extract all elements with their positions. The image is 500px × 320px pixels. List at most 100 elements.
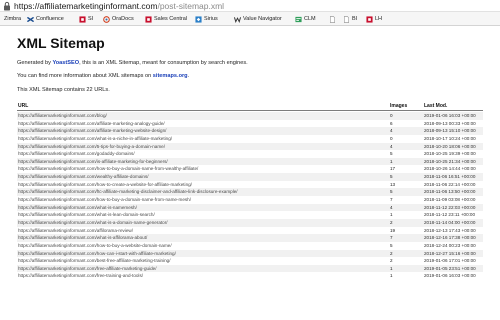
- header-divider: [17, 110, 483, 111]
- blank-page-icon: [330, 15, 335, 23]
- bookmark-sales-central[interactable]: Sales Central: [145, 12, 187, 26]
- row-url-link[interactable]: https://affiliatemarketinginformant.com/…: [18, 219, 386, 227]
- bookmark-sirius[interactable]: Sirius: [195, 12, 218, 26]
- row-url-link[interactable]: https://affiliatemarketinginformant.com/…: [18, 150, 386, 158]
- table-row: https://affiliatemarketinginformant.com/…: [17, 188, 483, 197]
- sitemap-table: URL Images Last Mod. https://affiliatema…: [17, 103, 483, 278]
- row-url-link[interactable]: https://affiliatemarketinginformant.com/…: [18, 165, 386, 173]
- row-images-count: 5: [390, 151, 393, 157]
- bi-icon: [344, 15, 349, 23]
- bookmark-label: CLM: [304, 16, 316, 22]
- row-url-link[interactable]: https://affiliatemarketinginformant.com/…: [18, 120, 386, 128]
- row-last-modified: 2018-09-13 00:33 +00:00: [424, 120, 476, 126]
- row-images-count: 0: [390, 135, 393, 141]
- table-row: https://affiliatemarketinginformant.com/…: [17, 127, 483, 135]
- bookmark-confluence[interactable]: Confluence: [27, 12, 64, 26]
- row-images-count: 5: [390, 174, 393, 180]
- row-url-link[interactable]: https://affiliatemarketinginformant.com/…: [18, 112, 386, 120]
- bookmark-bi[interactable]: BI: [343, 12, 357, 26]
- bookmark-label: Zimbra: [4, 16, 22, 22]
- bookmark-value-navigator[interactable]: Value Navigator: [234, 12, 282, 26]
- si-icon: [79, 15, 86, 23]
- oradocs-icon: [103, 15, 110, 23]
- row-last-modified: 2018-10-17 10:24 +00:00: [424, 135, 476, 141]
- row-url-link[interactable]: https://affiliatemarketinginformant.com/…: [18, 204, 386, 212]
- column-header-last-mod[interactable]: Last Mod.: [424, 103, 484, 110]
- bookmark-label: SI: [88, 16, 94, 22]
- table-row: https://affiliatemarketinginformant.com/…: [17, 165, 483, 173]
- row-last-modified: 2018-11-09 03:08 +00:00: [424, 197, 476, 203]
- table-row: https://affiliatemarketinginformant.com/…: [17, 157, 483, 166]
- bookmark-label: Sirius: [204, 16, 218, 22]
- row-url-link[interactable]: https://affiliatemarketinginformant.com/…: [18, 196, 386, 204]
- row-last-modified: 2018-11-12 22:03 +00:00: [424, 204, 476, 210]
- row-url-link[interactable]: https://affiliatemarketinginformant.com/…: [18, 250, 386, 258]
- row-url-link[interactable]: https://affiliatemarketinginformant.com/…: [18, 227, 386, 235]
- table-row: https://affiliatemarketinginformant.com/…: [17, 264, 483, 273]
- row-images-count: 1: [390, 158, 393, 164]
- row-images-count: 1: [390, 265, 393, 271]
- row-url-link[interactable]: https://affiliatemarketinginformant.com/…: [18, 234, 386, 242]
- row-images-count: 6: [390, 120, 393, 126]
- bookmark-label: OraDocs: [112, 16, 134, 22]
- address-bar[interactable]: https://affiliatemarketinginformant.com/…: [0, 0, 500, 12]
- row-images-count: 1: [390, 212, 393, 218]
- yoastseo-link[interactable]: YoastSEO: [52, 60, 79, 66]
- sitemaps-org-link[interactable]: sitemaps.org: [153, 73, 188, 79]
- row-url-link[interactable]: https://affiliatemarketinginformant.com/…: [18, 158, 386, 166]
- url-text[interactable]: https://affiliatemarketinginformant.com/…: [14, 0, 224, 12]
- row-last-modified: 2018-12-27 15:16 +00:00: [424, 250, 476, 256]
- table-header: URL Images Last Mod.: [17, 103, 484, 111]
- table-body: https://affiliatemarketinginformant.com/…: [17, 112, 483, 280]
- column-header-images[interactable]: Images: [390, 103, 420, 110]
- row-url-link[interactable]: https://affiliatemarketinginformant.com/…: [18, 272, 386, 280]
- row-last-modified: 2019-01-06 16:03 +00:00: [424, 273, 476, 279]
- row-url-link[interactable]: https://affiliatemarketinginformant.com/…: [18, 242, 386, 250]
- row-url-link[interactable]: https://affiliatemarketinginformant.com/…: [18, 135, 386, 143]
- row-url-link[interactable]: https://affiliatemarketinginformant.com/…: [18, 173, 386, 181]
- table-row: https://affiliatemarketinginformant.com/…: [17, 234, 483, 242]
- bookmark-zimbra[interactable]: Zimbra: [4, 12, 21, 26]
- url-path: /post-sitemap.xml: [157, 1, 225, 11]
- row-last-modified: 2018-11-06 22:14 +00:00: [424, 181, 476, 187]
- url-count-text: This XML Sitemap contains 22 URLs.: [17, 87, 110, 93]
- row-last-modified: 2018-10-25 19:39 +00:00: [424, 151, 476, 157]
- row-images-count: 2: [390, 258, 393, 264]
- row-url-link[interactable]: https://affiliatemarketinginformant.com/…: [18, 265, 386, 273]
- table-row: https://affiliatemarketinginformant.com/…: [17, 181, 483, 189]
- row-last-modified: 2018-12-16 17:38 +00:00: [424, 235, 476, 241]
- sitemap-page: XML Sitemap Generated by YoastSEO, this …: [0, 27, 500, 320]
- bookmark-lh[interactable]: LH: [366, 12, 382, 26]
- row-last-modified: 2018-12-13 17:43 +00:00: [424, 227, 476, 233]
- row-last-modified: 2018-12-24 00:23 +00:00: [424, 242, 476, 248]
- row-url-link[interactable]: https://affiliatemarketinginformant.com/…: [18, 211, 386, 219]
- sales-central-icon: [145, 15, 152, 23]
- intro-text: Generated by YoastSEO, this is an XML Si…: [17, 60, 248, 67]
- row-last-modified: 2018-11-06 16:51 +00:00: [424, 174, 476, 180]
- bookmark-oradocs[interactable]: OraDocs: [103, 12, 134, 26]
- sirius-icon: [195, 15, 202, 23]
- value-navigator-icon: [234, 16, 241, 23]
- row-last-modified: 2018-11-14 04:00 +00:00: [424, 219, 476, 225]
- row-url-link[interactable]: https://affiliatemarketinginformant.com/…: [18, 181, 386, 189]
- row-last-modified: 2018-10-25 21:34 +00:00: [424, 158, 476, 164]
- row-images-count: 2: [390, 250, 393, 256]
- row-last-modified: 2018-10-26 14:44 +00:00: [424, 166, 476, 172]
- column-header-url[interactable]: URL: [18, 103, 386, 110]
- bookmark-label: Value Navigator: [243, 16, 282, 22]
- row-images-count: 7: [390, 235, 393, 241]
- bookmark-blank[interactable]: [329, 12, 338, 26]
- row-images-count: 19: [390, 227, 396, 233]
- row-images-count: 0: [390, 113, 393, 118]
- bookmark-clm[interactable]: CLM: [295, 12, 316, 26]
- clm-icon: [295, 16, 302, 22]
- lh-icon: [366, 15, 373, 23]
- row-url-link[interactable]: https://affiliatemarketinginformant.com/…: [18, 127, 386, 135]
- more-info-text: You can find more information about XML …: [17, 73, 189, 80]
- row-url-link[interactable]: https://affiliatemarketinginformant.com/…: [18, 188, 386, 196]
- row-url-link[interactable]: https://affiliatemarketinginformant.com/…: [18, 257, 386, 265]
- row-last-modified: 2019-01-06 17:01 +00:00: [424, 258, 476, 264]
- bookmark-si[interactable]: SI: [79, 12, 93, 26]
- table-row: https://affiliatemarketinginformant.com/…: [17, 227, 483, 235]
- row-url-link[interactable]: https://affiliatemarketinginformant.com/…: [18, 143, 386, 151]
